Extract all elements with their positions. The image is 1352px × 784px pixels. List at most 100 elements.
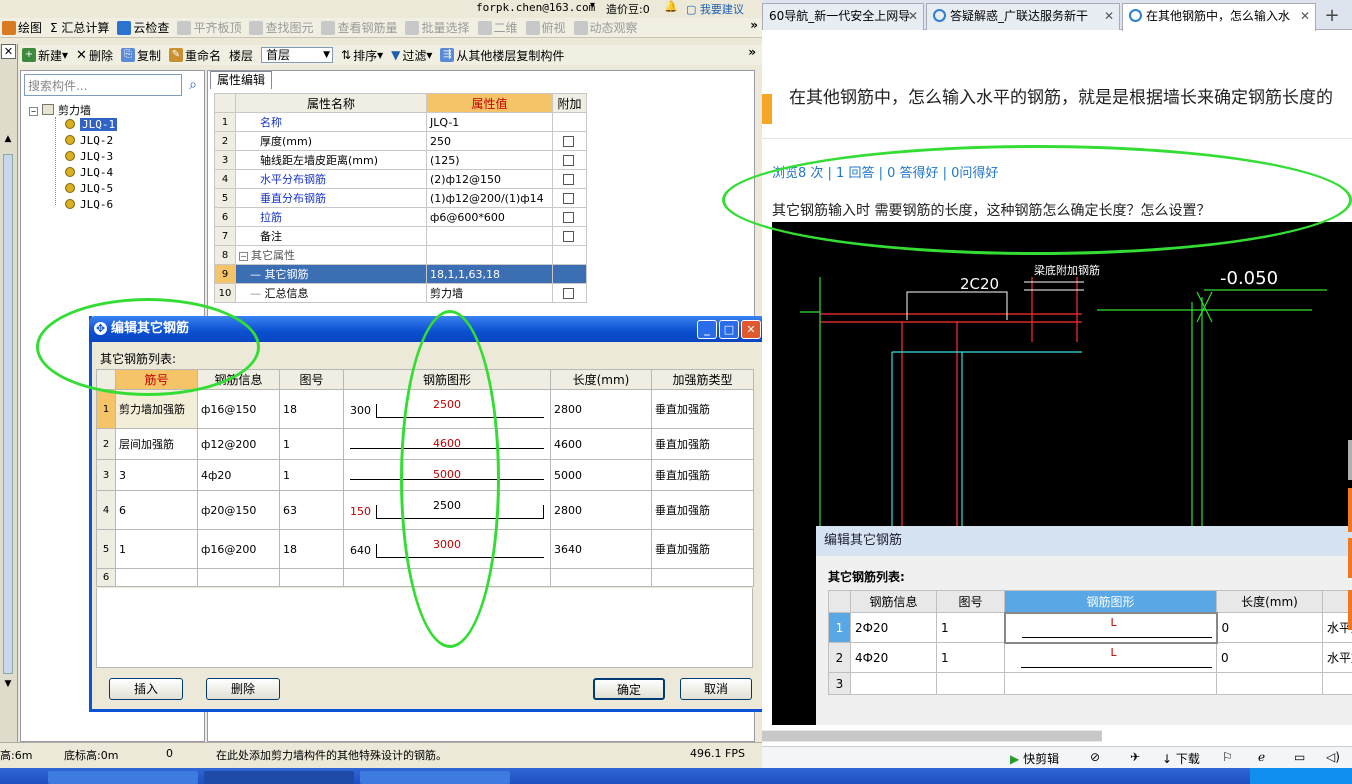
rebar-length[interactable]: 4600: [550, 428, 652, 460]
download-button[interactable]: ↓ 下载: [1162, 750, 1200, 767]
rename-button[interactable]: ✎ 重命名: [168, 47, 221, 64]
rebar-row[interactable]: 3 3 4ф20 1 5000 5000 垂直加强筋: [96, 459, 754, 491]
tab-close-icon[interactable]: ✕: [1104, 4, 1114, 29]
property-value[interactable]: 剪力墙: [426, 283, 553, 303]
rebar-shape-cell[interactable]: [343, 568, 551, 587]
property-row[interactable]: 10 — 汇总信息 剪力墙: [214, 283, 587, 303]
taskbar-item[interactable]: [48, 771, 198, 784]
quick-clip-button[interactable]: ▶ 快剪辑: [1010, 750, 1059, 767]
floor-select[interactable]: 首层 ▼: [261, 47, 334, 63]
property-name-cell[interactable]: — 其它钢筋: [235, 264, 427, 284]
maximize-icon[interactable]: □: [719, 320, 739, 339]
rebar-name[interactable]: 剪力墙加强筋: [115, 389, 198, 429]
extra-checkbox[interactable]: [563, 212, 574, 223]
scroll-down-icon[interactable]: ▼: [2, 679, 14, 693]
property-row[interactable]: 6 拉筋 ф6@600*600: [214, 207, 587, 227]
rebar-name[interactable]: 1: [115, 529, 198, 569]
rebar-length[interactable]: 5000: [550, 459, 652, 491]
rebar-type[interactable]: 垂直加强筋: [651, 490, 754, 530]
dialog-title-bar[interactable]: ✥ 编辑其它钢筋 _ □ ✕: [89, 316, 766, 342]
extra-cell[interactable]: [552, 207, 587, 227]
property-group[interactable]: − 其它属性: [235, 245, 427, 265]
tree-item[interactable]: JLQ-5: [65, 182, 113, 195]
flag-icon[interactable]: ⚐: [1222, 750, 1233, 764]
delete-row-button[interactable]: 删除: [206, 678, 280, 700]
insert-button[interactable]: 插入: [109, 678, 183, 700]
close-icon[interactable]: ✕: [741, 320, 761, 339]
rebar-name[interactable]: [115, 568, 198, 587]
rebar-type[interactable]: 垂直加强筋: [651, 428, 754, 460]
ok-button[interactable]: 确定: [593, 678, 665, 700]
rebar-figure-no[interactable]: 1: [279, 428, 344, 460]
property-row[interactable]: 9 — 其它钢筋 18,1,1,63,18: [214, 264, 587, 284]
property-value[interactable]: (2)ф12@150: [426, 169, 553, 189]
property-value[interactable]: [426, 226, 553, 246]
copy-from-floor-button[interactable]: ⇶ 从其他楼层复制构件: [440, 47, 564, 64]
rebar-info[interactable]: ф20@150: [197, 490, 280, 530]
tree-item[interactable]: JLQ-2: [65, 134, 113, 147]
extra-cell[interactable]: [552, 188, 587, 208]
new-button[interactable]: + 新建 ▾: [22, 47, 68, 64]
tree-item[interactable]: JLQ-1: [65, 118, 118, 131]
tab-360-nav[interactable]: 60导航_新一代安全上网导 ✕: [762, 3, 924, 30]
rebar-length[interactable]: 3640: [550, 529, 652, 569]
property-row[interactable]: 3 轴线距左墙皮距离(mm) (125): [214, 150, 587, 170]
extra-cell[interactable]: [552, 131, 587, 151]
horizontal-scrollbar[interactable]: [762, 730, 1102, 742]
rebar-row[interactable]: 2 层间加强筋 ф12@200 1 4600 4600 垂直加强筋: [96, 428, 754, 460]
property-row[interactable]: 7 备注: [214, 226, 587, 246]
toolbar-button-7[interactable]: 二维: [477, 19, 518, 36]
toolbar-button-9[interactable]: 动态观察: [573, 19, 638, 36]
rebar-type[interactable]: [651, 568, 754, 587]
ie-mode-icon[interactable]: ℯ: [1258, 750, 1265, 764]
property-row[interactable]: 4 水平分布钢筋 (2)ф12@150: [214, 169, 587, 189]
toolbar-button-4[interactable]: 查找图元: [249, 19, 313, 36]
window-icon[interactable]: ▭: [1294, 750, 1305, 764]
rebar-length[interactable]: 2800: [550, 389, 652, 429]
volume-icon[interactable]: ◁): [1326, 750, 1340, 764]
extra-checkbox[interactable]: [563, 231, 574, 242]
toolbar-button-1[interactable]: Σ 汇总计算: [50, 19, 109, 36]
extra-checkbox[interactable]: [563, 155, 574, 166]
rebar-figure-no[interactable]: [279, 568, 344, 587]
filter-button[interactable]: ▼ 过滤 ▾: [391, 47, 432, 64]
side-widget[interactable]: [1348, 538, 1352, 578]
rebar-figure-no[interactable]: 18: [279, 529, 344, 569]
extra-checkbox[interactable]: [563, 288, 574, 299]
side-widget[interactable]: [1348, 488, 1352, 532]
search-icon[interactable]: ⌕: [183, 74, 203, 96]
overflow-chevron-icon[interactable]: »: [748, 45, 756, 59]
suggest-link[interactable]: ▢ 我要建议: [686, 1, 744, 17]
tab-question[interactable]: 在其他钢筋中，怎么输入水 ✕: [1122, 3, 1316, 31]
rebar-name[interactable]: 6: [115, 490, 198, 530]
rebar-shape-cell[interactable]: 640 3000: [343, 529, 551, 569]
property-value[interactable]: 18,1,1,63,18: [426, 264, 553, 284]
new-tab-icon[interactable]: +: [1320, 4, 1344, 28]
rebar-info[interactable]: ф16@200: [197, 529, 280, 569]
rebar-row[interactable]: 1 剪力墙加强筋 ф16@150 18 300 2500 2800 垂直加强筋: [96, 389, 754, 429]
rebar-type[interactable]: 垂直加强筋: [651, 459, 754, 491]
extra-checkbox[interactable]: [563, 193, 574, 204]
toolbar-button-0[interactable]: 绘图: [2, 19, 42, 36]
rebar-shape-cell[interactable]: 4600: [343, 428, 551, 460]
rebar-info[interactable]: ф16@150: [197, 389, 280, 429]
property-row[interactable]: 5 垂直分布钢筋 (1)ф12@200/(1)ф14: [214, 188, 587, 208]
minimize-icon[interactable]: _: [697, 320, 717, 339]
rebar-shape-cell[interactable]: 5000: [343, 459, 551, 491]
overflow-chevron-icon[interactable]: »: [750, 18, 758, 32]
extra-cell[interactable]: [552, 169, 587, 189]
sort-button[interactable]: ⇅ 排序 ▾: [341, 47, 383, 64]
rebar-figure-no[interactable]: 18: [279, 389, 344, 429]
property-value[interactable]: (1)ф12@200/(1)ф14: [426, 188, 553, 208]
rebar-shape-cell[interactable]: 300 2500: [343, 389, 551, 429]
rebar-type[interactable]: 垂直加强筋: [651, 389, 754, 429]
search-input[interactable]: 搜索构件...: [24, 74, 182, 96]
property-row[interactable]: 1 名称 JLQ-1: [214, 112, 587, 132]
rebar-name[interactable]: 层间加强筋: [115, 428, 198, 460]
extra-cell[interactable]: [552, 226, 587, 246]
taskbar-item[interactable]: [204, 771, 354, 784]
tree-item[interactable]: JLQ-3: [65, 150, 113, 163]
side-widget[interactable]: [1348, 590, 1352, 630]
rebar-row[interactable]: 5 1 ф16@200 18 640 3000 3640 垂直加强筋: [96, 529, 754, 569]
taskbar-item[interactable]: [360, 771, 510, 784]
